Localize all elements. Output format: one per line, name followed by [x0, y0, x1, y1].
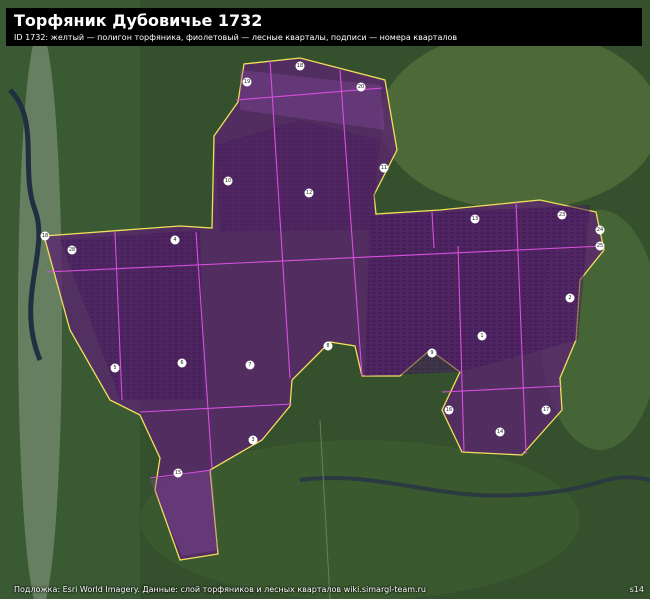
quarter-label[interactable]: 14 — [495, 427, 505, 437]
quarter-label[interactable]: 19 — [242, 77, 252, 87]
svg-text:14: 14 — [497, 429, 503, 435]
svg-text:10: 10 — [225, 178, 231, 184]
quarter-label[interactable]: 17 — [541, 405, 551, 415]
quarter-label[interactable]: 11 — [379, 163, 389, 173]
quarter-label[interactable]: 2 — [565, 293, 575, 303]
svg-text:28: 28 — [69, 247, 75, 253]
quarter-label[interactable]: 5 — [110, 363, 120, 373]
svg-text:5: 5 — [113, 365, 116, 371]
quarter-label[interactable]: 3 — [248, 435, 258, 445]
quarter-label[interactable]: 18 — [295, 61, 305, 71]
quarter-label[interactable]: 8 — [323, 341, 333, 351]
svg-text:7: 7 — [248, 362, 251, 368]
quarter-label[interactable]: 9 — [427, 348, 437, 358]
svg-text:17: 17 — [543, 407, 549, 413]
quarter-label[interactable]: 6 — [177, 358, 187, 368]
quarter-label[interactable]: 24 — [595, 225, 605, 235]
satellite-map[interactable]: 18 19 20 10 12 11 13 18 28 4 5 6 7 8 9 1… — [0, 0, 650, 599]
svg-text:3: 3 — [251, 437, 254, 443]
svg-text:18: 18 — [42, 233, 48, 239]
svg-text:11: 11 — [381, 165, 387, 171]
quarter-label[interactable]: 20 — [356, 82, 366, 92]
svg-text:9: 9 — [430, 350, 433, 356]
quarter-label[interactable]: 15 — [173, 468, 183, 478]
svg-text:6: 6 — [180, 360, 183, 366]
svg-text:13: 13 — [472, 216, 478, 222]
quarter-label[interactable]: 4 — [170, 235, 180, 245]
svg-text:4: 4 — [173, 237, 176, 243]
svg-text:1: 1 — [480, 333, 483, 339]
quarter-label[interactable]: 13 — [470, 214, 480, 224]
quarter-label[interactable]: 25 — [595, 241, 605, 251]
quarter-label[interactable]: 10 — [223, 176, 233, 186]
attribution-text: Подложка: Esri World Imagery. Данные: сл… — [14, 585, 426, 594]
map-subtitle: ID 1732: желтый — полигон торфяника, фио… — [14, 33, 458, 42]
corner-tag: s14 — [629, 585, 644, 594]
svg-text:25: 25 — [597, 243, 603, 249]
svg-text:16: 16 — [446, 407, 452, 413]
quarter-label[interactable]: 23 — [557, 210, 567, 220]
quarter-label[interactable]: 16 — [444, 405, 454, 415]
quarter-label[interactable]: 12 — [304, 188, 314, 198]
svg-text:2: 2 — [568, 295, 571, 301]
quarter-label[interactable]: 18 — [40, 231, 50, 241]
svg-text:23: 23 — [559, 212, 565, 218]
map-header: Торфяник Дубовичье 1732 ID 1732: желтый … — [6, 8, 642, 46]
quarter-label[interactable]: 1 — [477, 331, 487, 341]
quarter-label[interactable]: 7 — [245, 360, 255, 370]
quarter-label[interactable]: 28 — [67, 245, 77, 255]
map-title: Торфяник Дубовичье 1732 — [14, 11, 263, 30]
svg-text:15: 15 — [175, 470, 181, 476]
svg-text:8: 8 — [326, 343, 329, 349]
svg-text:12: 12 — [306, 190, 312, 196]
svg-text:20: 20 — [358, 84, 364, 90]
svg-text:24: 24 — [597, 227, 603, 233]
svg-text:18: 18 — [297, 63, 303, 69]
svg-text:19: 19 — [244, 79, 250, 85]
